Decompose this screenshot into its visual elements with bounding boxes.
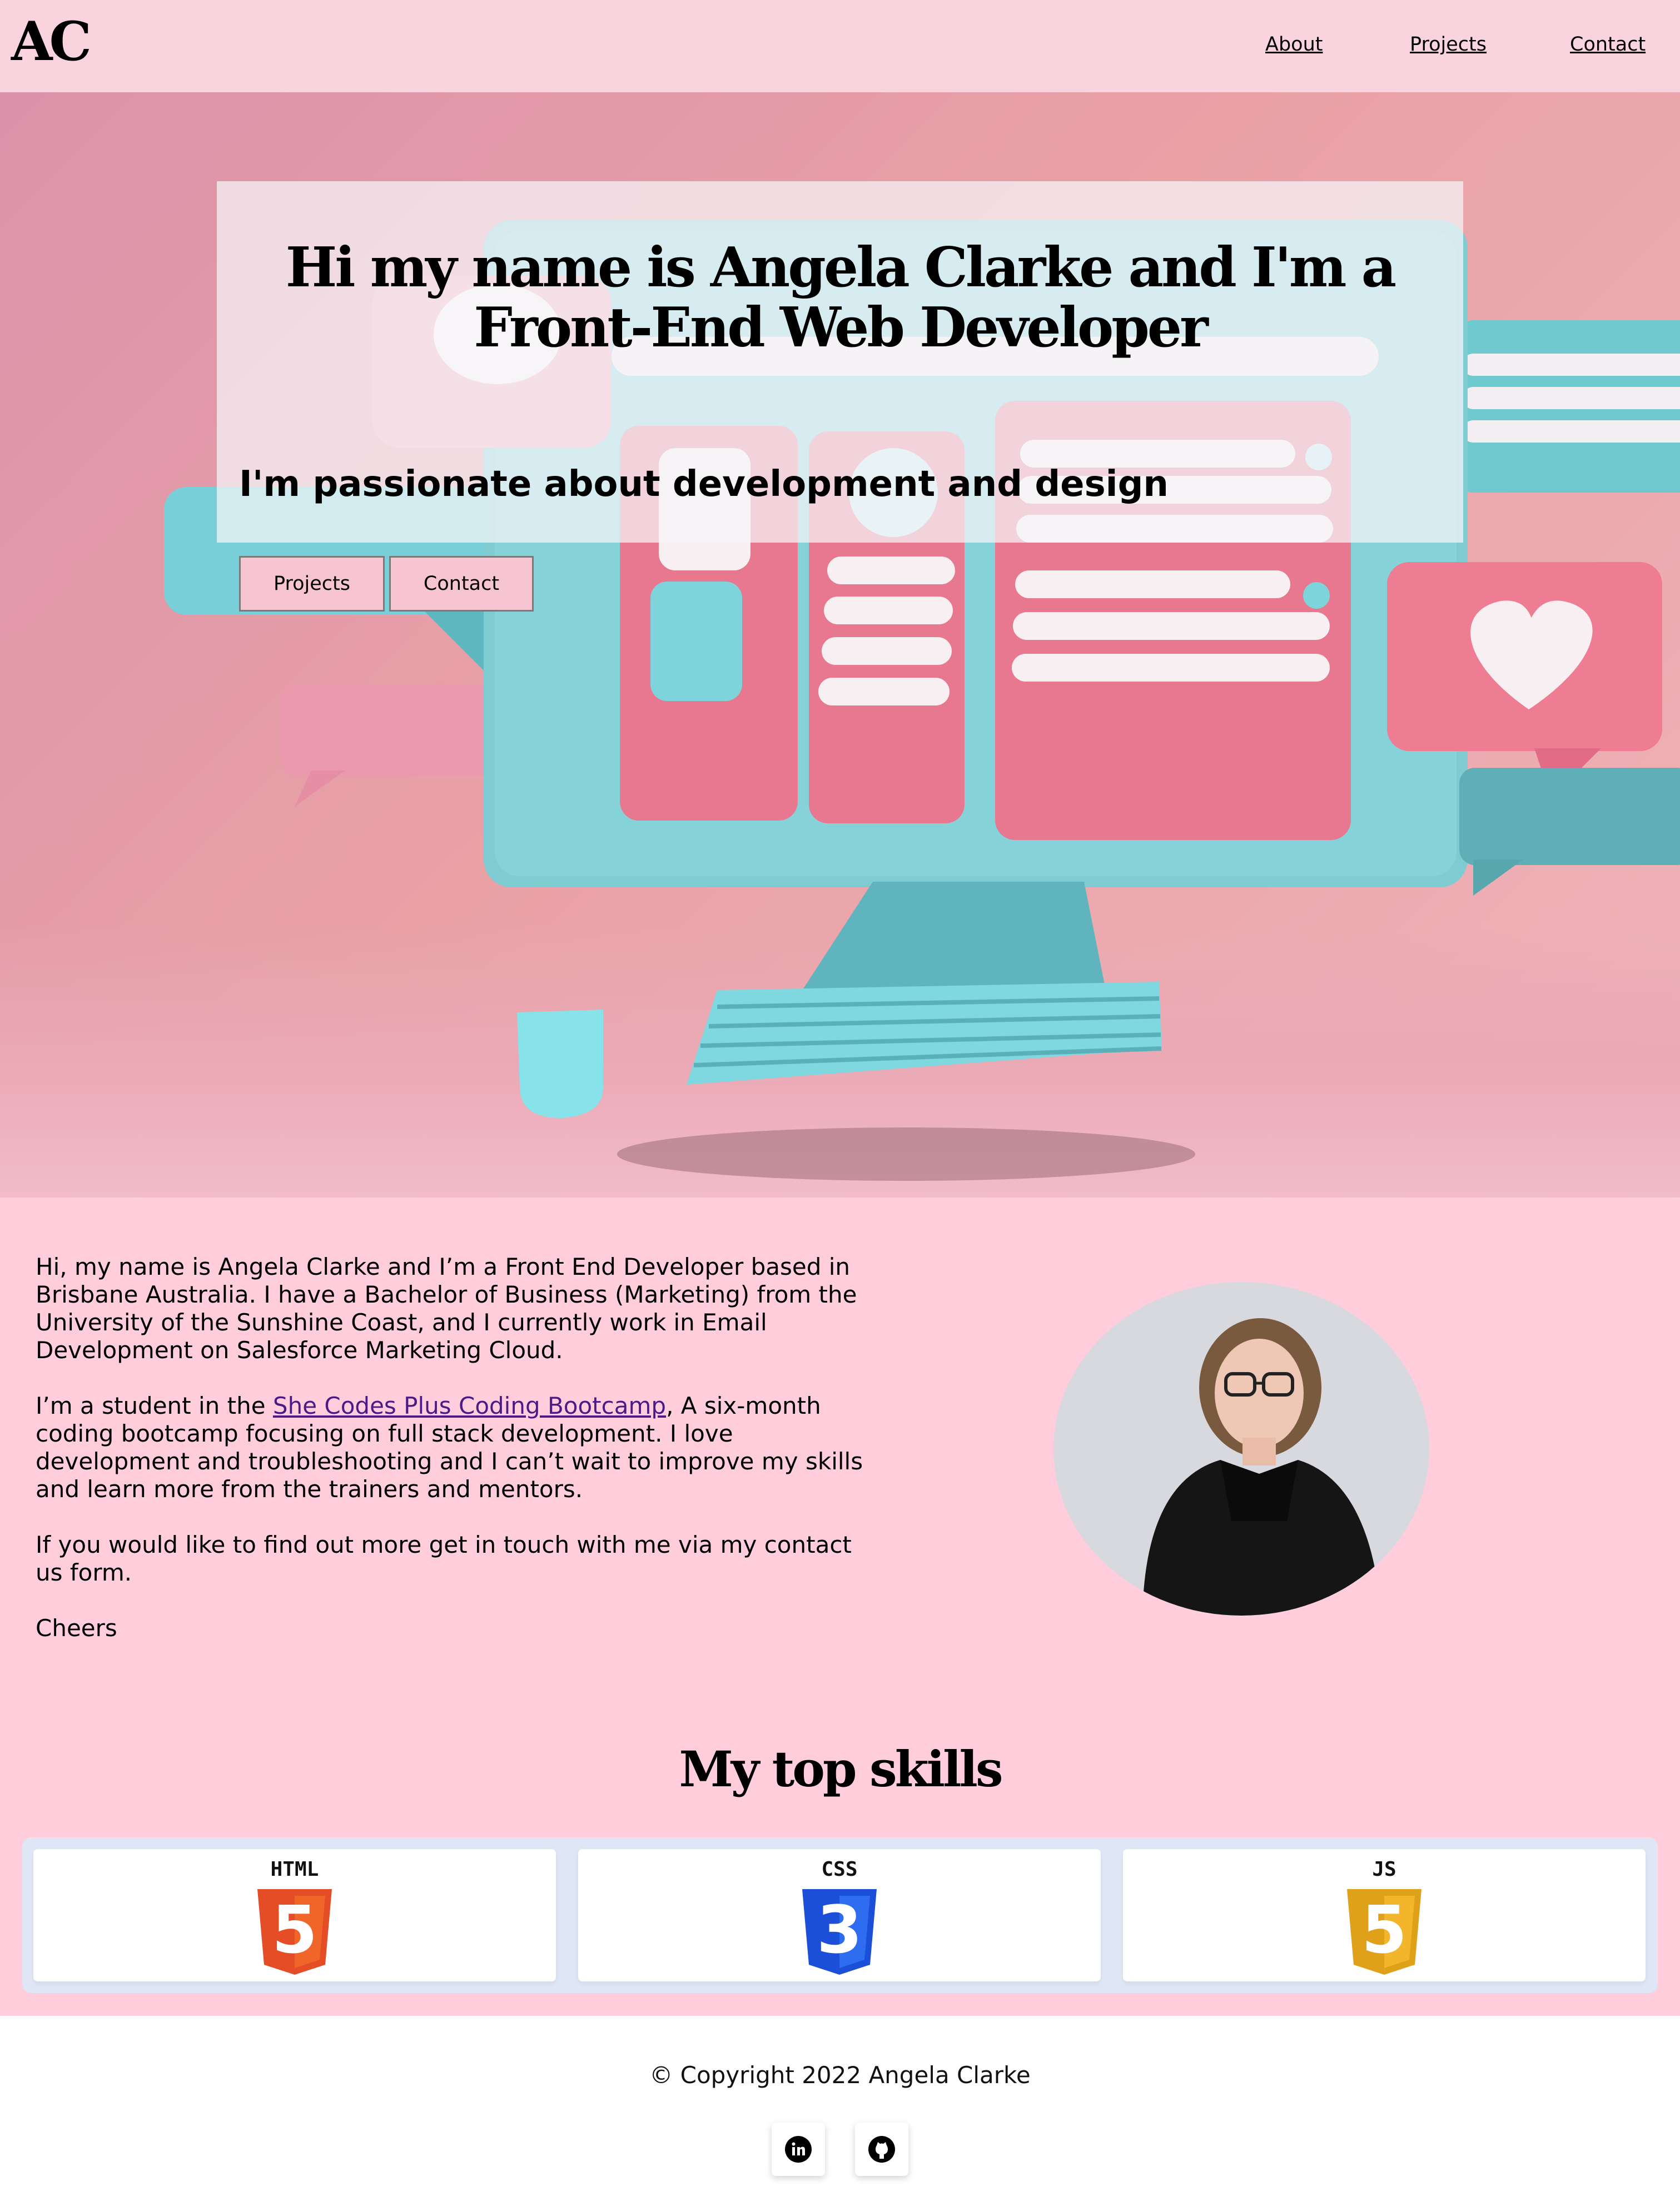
github-button[interactable] bbox=[855, 2123, 908, 2176]
skill-label-css: CSS bbox=[821, 1858, 857, 1881]
skill-digit-html: 5 bbox=[272, 1891, 317, 1968]
projects-button[interactable]: Projects bbox=[239, 556, 385, 612]
hero-subtitle: I'm passionate about development and des… bbox=[239, 464, 1169, 505]
nav-link-contact[interactable]: Contact bbox=[1570, 33, 1646, 56]
hero-title: Hi my name is Angela Clarke and I'm a Fr… bbox=[285, 236, 1396, 360]
logo[interactable]: AC bbox=[11, 11, 92, 72]
footer: © Copyright 2022 Angela Clarke bbox=[0, 2016, 1680, 2196]
skill-card-js: JS 5 bbox=[1123, 1849, 1646, 1981]
skill-label-js: JS bbox=[1372, 1858, 1396, 1881]
nav-link-about[interactable]: About bbox=[1265, 33, 1323, 56]
js-icon: JS 5 bbox=[1347, 1858, 1421, 1975]
hero-banner: Hi my name is Angela Clarke and I'm a Fr… bbox=[0, 92, 1680, 1198]
top-navbar: AC About Projects Contact bbox=[0, 0, 1680, 92]
github-icon bbox=[868, 2136, 895, 2163]
skill-card-html: HTML 5 bbox=[33, 1849, 556, 1981]
skill-digit-css: 3 bbox=[817, 1891, 862, 1968]
profile-photo bbox=[1053, 1282, 1429, 1616]
about-paragraph-3: If you would like to find out more get i… bbox=[36, 1531, 852, 1586]
copyright-text: © Copyright 2022 Angela Clarke bbox=[649, 2061, 1031, 2089]
about-paragraph-1: Hi, my name is Angela Clarke and I’m a F… bbox=[36, 1253, 857, 1364]
css3-icon: CSS 3 bbox=[802, 1858, 877, 1975]
about-paragraph-2: I’m a student in the She Codes Plus Codi… bbox=[36, 1392, 869, 1503]
about-section: Hi, my name is Angela Clarke and I’m a F… bbox=[36, 1253, 869, 1670]
about-paragraph-4: Cheers bbox=[36, 1614, 117, 1642]
contact-button[interactable]: Contact bbox=[389, 556, 534, 612]
she-codes-link[interactable]: She Codes Plus Coding Bootcamp bbox=[273, 1392, 666, 1419]
html5-icon: HTML 5 bbox=[257, 1858, 332, 1975]
skill-card-css: CSS 3 bbox=[578, 1849, 1101, 1981]
about-paragraph-2-start: I’m a student in the bbox=[36, 1392, 273, 1419]
skill-digit-js: 5 bbox=[1361, 1891, 1407, 1968]
skill-label-html: HTML bbox=[271, 1858, 319, 1881]
nav-link-projects[interactable]: Projects bbox=[1410, 33, 1487, 56]
skills-heading: My top skills bbox=[679, 1740, 1003, 1798]
portrait-image bbox=[1053, 1282, 1429, 1616]
linkedin-icon bbox=[785, 2136, 812, 2163]
linkedin-button[interactable] bbox=[772, 2123, 825, 2176]
